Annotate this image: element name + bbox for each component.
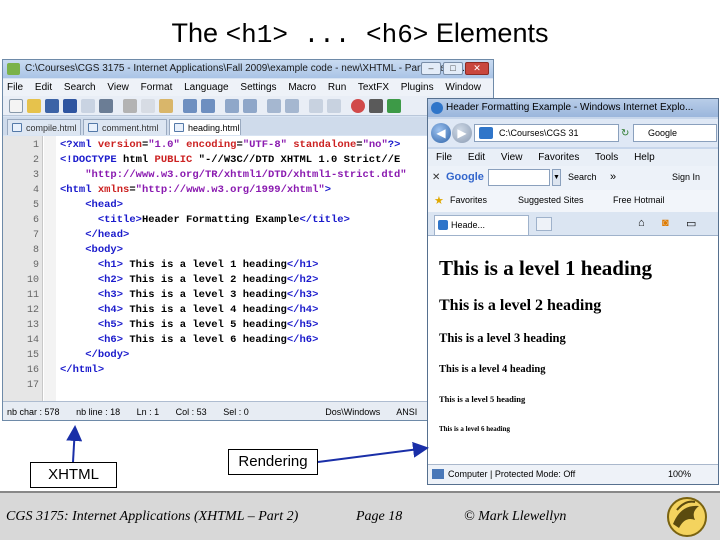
- rendering-label: Rendering: [228, 449, 318, 475]
- rendering-arrow: [317, 441, 429, 463]
- xhtml-label: XHTML: [30, 462, 117, 488]
- slide-footer: CGS 3175: Internet Applications (XHTML –…: [0, 491, 720, 540]
- annotation-arrows: [66, 425, 429, 463]
- slide: The <h1> ... <h6> Elements C:\Courses\CG…: [0, 0, 720, 540]
- xhtml-arrow: [66, 425, 83, 463]
- footer-page: Page 18: [356, 509, 403, 524]
- footer-course: CGS 3175: Internet Applications (XHTML –…: [6, 509, 299, 524]
- footer-author: © Mark Llewellyn: [464, 509, 567, 524]
- pegasus-logo: [655, 494, 715, 538]
